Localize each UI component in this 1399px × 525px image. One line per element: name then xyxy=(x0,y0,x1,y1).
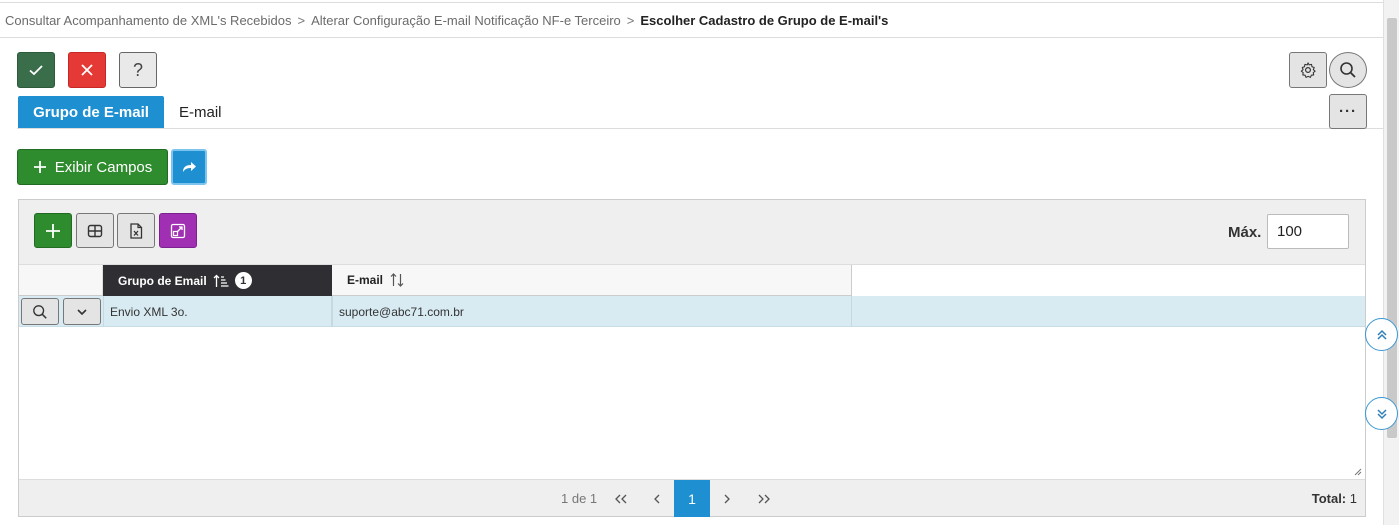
total-value: 1 xyxy=(1349,491,1357,506)
cancel-button[interactable] xyxy=(68,52,106,88)
sort-order-badge: 1 xyxy=(234,272,252,289)
view-record-button[interactable] xyxy=(21,298,59,325)
open-external-icon xyxy=(170,223,186,238)
breadcrumb-item-1[interactable]: Consultar Acompanhamento de XML's Recebi… xyxy=(5,13,291,28)
share-icon xyxy=(183,162,196,172)
chevron-right-icon xyxy=(724,494,730,503)
sort-ascending-icon xyxy=(213,274,229,287)
table-row[interactable]: Envio XML 3o. suporte@abc71.com.br xyxy=(19,296,1365,327)
check-icon xyxy=(29,65,43,76)
breadcrumb-current: Escolher Cadastro de Grupo de E-mail's xyxy=(640,12,889,28)
breadcrumb: Consultar Acompanhamento de XML's Recebi… xyxy=(0,2,1383,38)
grid-layout-button[interactable] xyxy=(76,213,114,248)
breadcrumb-item-2[interactable]: Alterar Configuração E-mail Notificação … xyxy=(311,13,621,28)
table-icon xyxy=(87,224,103,237)
first-page-button[interactable] xyxy=(609,480,633,517)
column-header-grupo-de-email[interactable]: Grupo de Email 1 xyxy=(103,265,332,296)
close-icon xyxy=(81,64,93,76)
page-scrollbar[interactable] xyxy=(1383,0,1399,525)
previous-page-button[interactable] xyxy=(645,480,669,517)
pagination: 1 de 1 1 Total: 1 xyxy=(19,479,1365,517)
search-icon xyxy=(1340,62,1356,78)
row-menu-button[interactable] xyxy=(63,298,101,325)
total-label: Total: xyxy=(1311,491,1347,506)
open-external-button[interactable] xyxy=(159,213,197,248)
gear-icon xyxy=(1300,62,1316,78)
share-button[interactable] xyxy=(171,149,207,185)
page-button-current[interactable]: 1 xyxy=(674,480,710,517)
add-record-button[interactable] xyxy=(34,213,72,248)
scroll-to-bottom-button[interactable] xyxy=(1365,397,1398,430)
column-header-label: E-mail xyxy=(347,273,384,287)
plus-icon xyxy=(46,223,60,238)
last-page-button[interactable] xyxy=(752,480,776,517)
chevron-down-icon xyxy=(77,308,87,315)
double-chevron-up-icon xyxy=(1376,329,1387,340)
double-chevron-right-icon xyxy=(758,494,770,503)
grid-toolbar: Máx. xyxy=(19,200,1365,265)
help-button[interactable]: ? xyxy=(119,52,157,88)
help-label: ? xyxy=(132,59,143,80)
exibir-campos-button[interactable]: Exibir Campos xyxy=(17,149,168,185)
resize-grip-icon[interactable] xyxy=(1352,466,1362,476)
scroll-to-top-button[interactable] xyxy=(1365,318,1398,351)
tab-grupo-de-email[interactable]: Grupo de E-mail xyxy=(18,96,164,128)
excel-file-icon xyxy=(130,222,143,239)
export-excel-button[interactable] xyxy=(117,213,155,248)
tab-bar: Grupo de E-mail E-mail xyxy=(17,96,1383,129)
search-button[interactable] xyxy=(1329,52,1367,88)
grid-panel: Máx. Grupo de Email 1 E-mail Envio XML 3… xyxy=(18,199,1366,517)
header-actions-spacer xyxy=(19,265,103,296)
max-label: Máx. xyxy=(1228,224,1262,241)
column-header-email[interactable]: E-mail xyxy=(332,265,852,296)
page-scrollbar-thumb[interactable] xyxy=(1387,18,1397,438)
max-records-input[interactable] xyxy=(1267,214,1349,249)
settings-button[interactable] xyxy=(1289,52,1327,88)
chevron-left-icon xyxy=(654,494,660,503)
plus-icon xyxy=(33,161,46,173)
page-info: 1 de 1 xyxy=(561,491,598,506)
more-options-button[interactable]: ··· xyxy=(1329,94,1367,129)
next-page-button[interactable] xyxy=(715,480,739,517)
breadcrumb-separator: > xyxy=(297,12,306,28)
tab-email[interactable]: E-mail xyxy=(179,96,222,128)
double-chevron-left-icon xyxy=(615,494,627,503)
breadcrumb-separator: > xyxy=(626,12,635,28)
column-header-label: Grupo de Email xyxy=(118,273,207,288)
confirm-button[interactable] xyxy=(17,52,55,88)
exibir-campos-label: Exibir Campos xyxy=(54,158,153,176)
cell-email: suporte@abc71.com.br xyxy=(332,296,852,327)
cell-grupo-de-email: Envio XML 3o. xyxy=(103,296,332,327)
total-count: Total: 1 xyxy=(1312,491,1357,506)
sort-unsorted-icon xyxy=(390,273,404,287)
double-chevron-down-icon xyxy=(1376,408,1387,419)
search-icon xyxy=(33,304,47,319)
